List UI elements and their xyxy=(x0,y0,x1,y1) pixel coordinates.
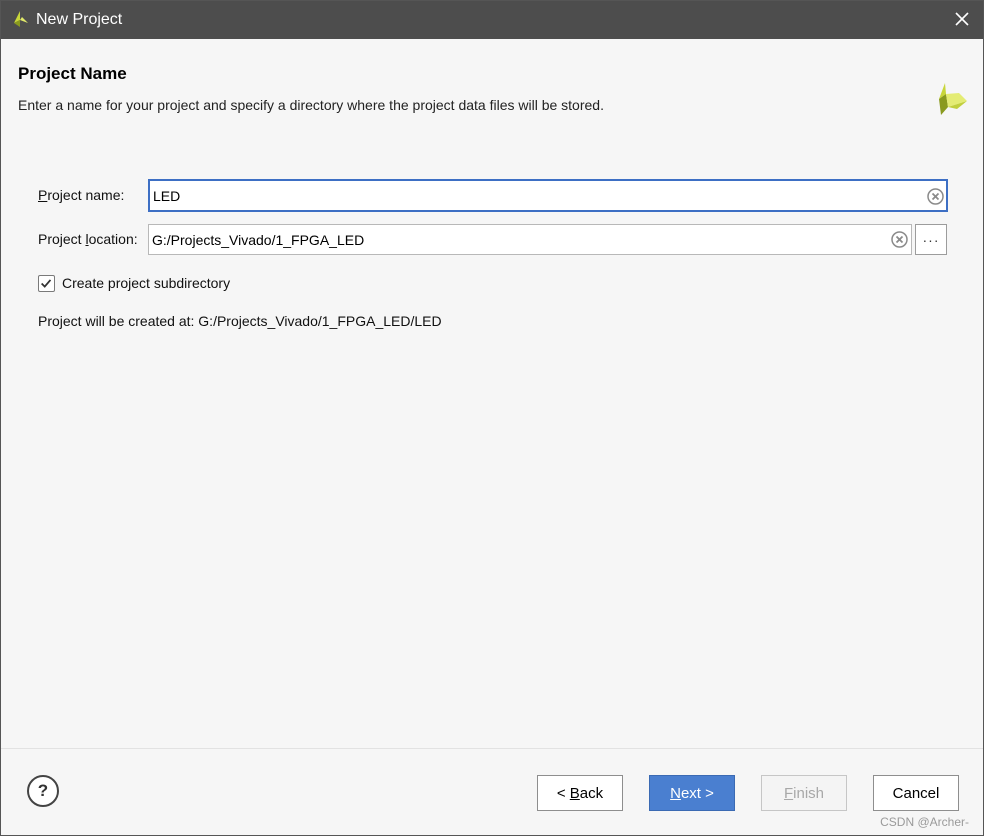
create-subdirectory-checkbox[interactable] xyxy=(38,275,55,292)
help-button[interactable]: ? xyxy=(27,775,59,807)
vivado-logo-icon xyxy=(14,11,28,27)
browse-button[interactable]: ··· xyxy=(915,224,947,255)
close-icon[interactable] xyxy=(953,10,971,28)
title-bar: New Project xyxy=(1,1,983,39)
next-button[interactable]: Next > xyxy=(649,775,735,811)
page-description: Enter a name for your project and specif… xyxy=(18,97,604,113)
project-location-field[interactable] xyxy=(148,224,912,255)
project-location-input[interactable] xyxy=(152,225,884,254)
project-name-input[interactable] xyxy=(153,181,919,210)
project-location-label: Project location: xyxy=(38,231,138,247)
cancel-button[interactable]: Cancel xyxy=(873,775,959,811)
finish-button[interactable]: Finish xyxy=(761,775,847,811)
footer-divider xyxy=(1,748,983,749)
ellipsis-icon: ··· xyxy=(922,231,940,248)
checkmark-icon xyxy=(41,279,52,288)
project-name-label: Project name: xyxy=(38,187,125,203)
watermark: CSDN @Archer- xyxy=(880,815,969,829)
vivado-brand-icon xyxy=(939,83,967,115)
create-subdirectory-label[interactable]: Create project subdirectory xyxy=(62,275,230,291)
page-header: Project Name Enter a name for your proje… xyxy=(1,39,983,134)
project-name-field[interactable] xyxy=(148,179,948,212)
window-title: New Project xyxy=(36,11,123,28)
project-path-preview: Project will be created at: G:/Projects_… xyxy=(38,313,442,329)
back-button[interactable]: < Back xyxy=(537,775,623,811)
clear-icon[interactable] xyxy=(927,188,944,205)
page-title: Project Name xyxy=(18,64,127,83)
new-project-dialog: New Project Project Name Enter a name fo… xyxy=(0,0,984,836)
clear-icon[interactable] xyxy=(891,231,908,248)
help-icon: ? xyxy=(37,781,49,800)
